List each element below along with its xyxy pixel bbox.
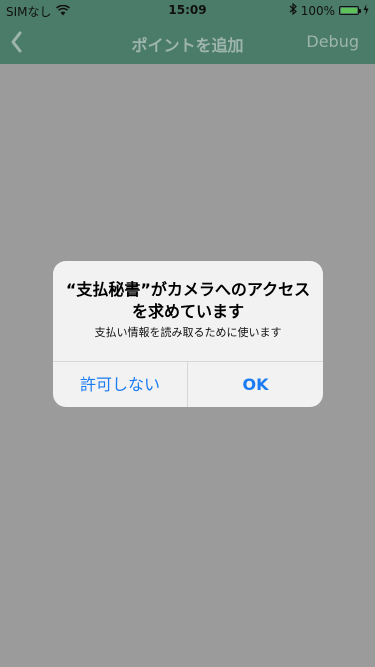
debug-button[interactable]: Debug [306, 32, 359, 51]
battery-icon [339, 6, 361, 15]
charging-icon [363, 3, 369, 18]
deny-button[interactable]: 許可しない [53, 362, 187, 407]
bluetooth-icon [289, 2, 297, 18]
navigation-bar: ポイントを追加 Debug [0, 20, 375, 64]
alert-title: “支払秘書”がカメラへのアクセス を求めています [65, 279, 311, 323]
battery-level [341, 8, 357, 13]
alert-title-line1: “支払秘書”がカメラへのアクセス [65, 280, 311, 299]
status-bar: SIMなし 15:09 100% [0, 0, 375, 20]
alert-title-line2: を求めています [131, 302, 244, 321]
ok-button[interactable]: OK [188, 362, 323, 407]
alert-message: 支払い情報を読み取るために使います [94, 326, 282, 339]
status-right: 100% [289, 2, 369, 18]
battery-percent: 100% [300, 3, 335, 18]
camera-permission-alert: “支払秘書”がカメラへのアクセス を求めています 支払い情報を読み取るために使い… [53, 261, 323, 407]
